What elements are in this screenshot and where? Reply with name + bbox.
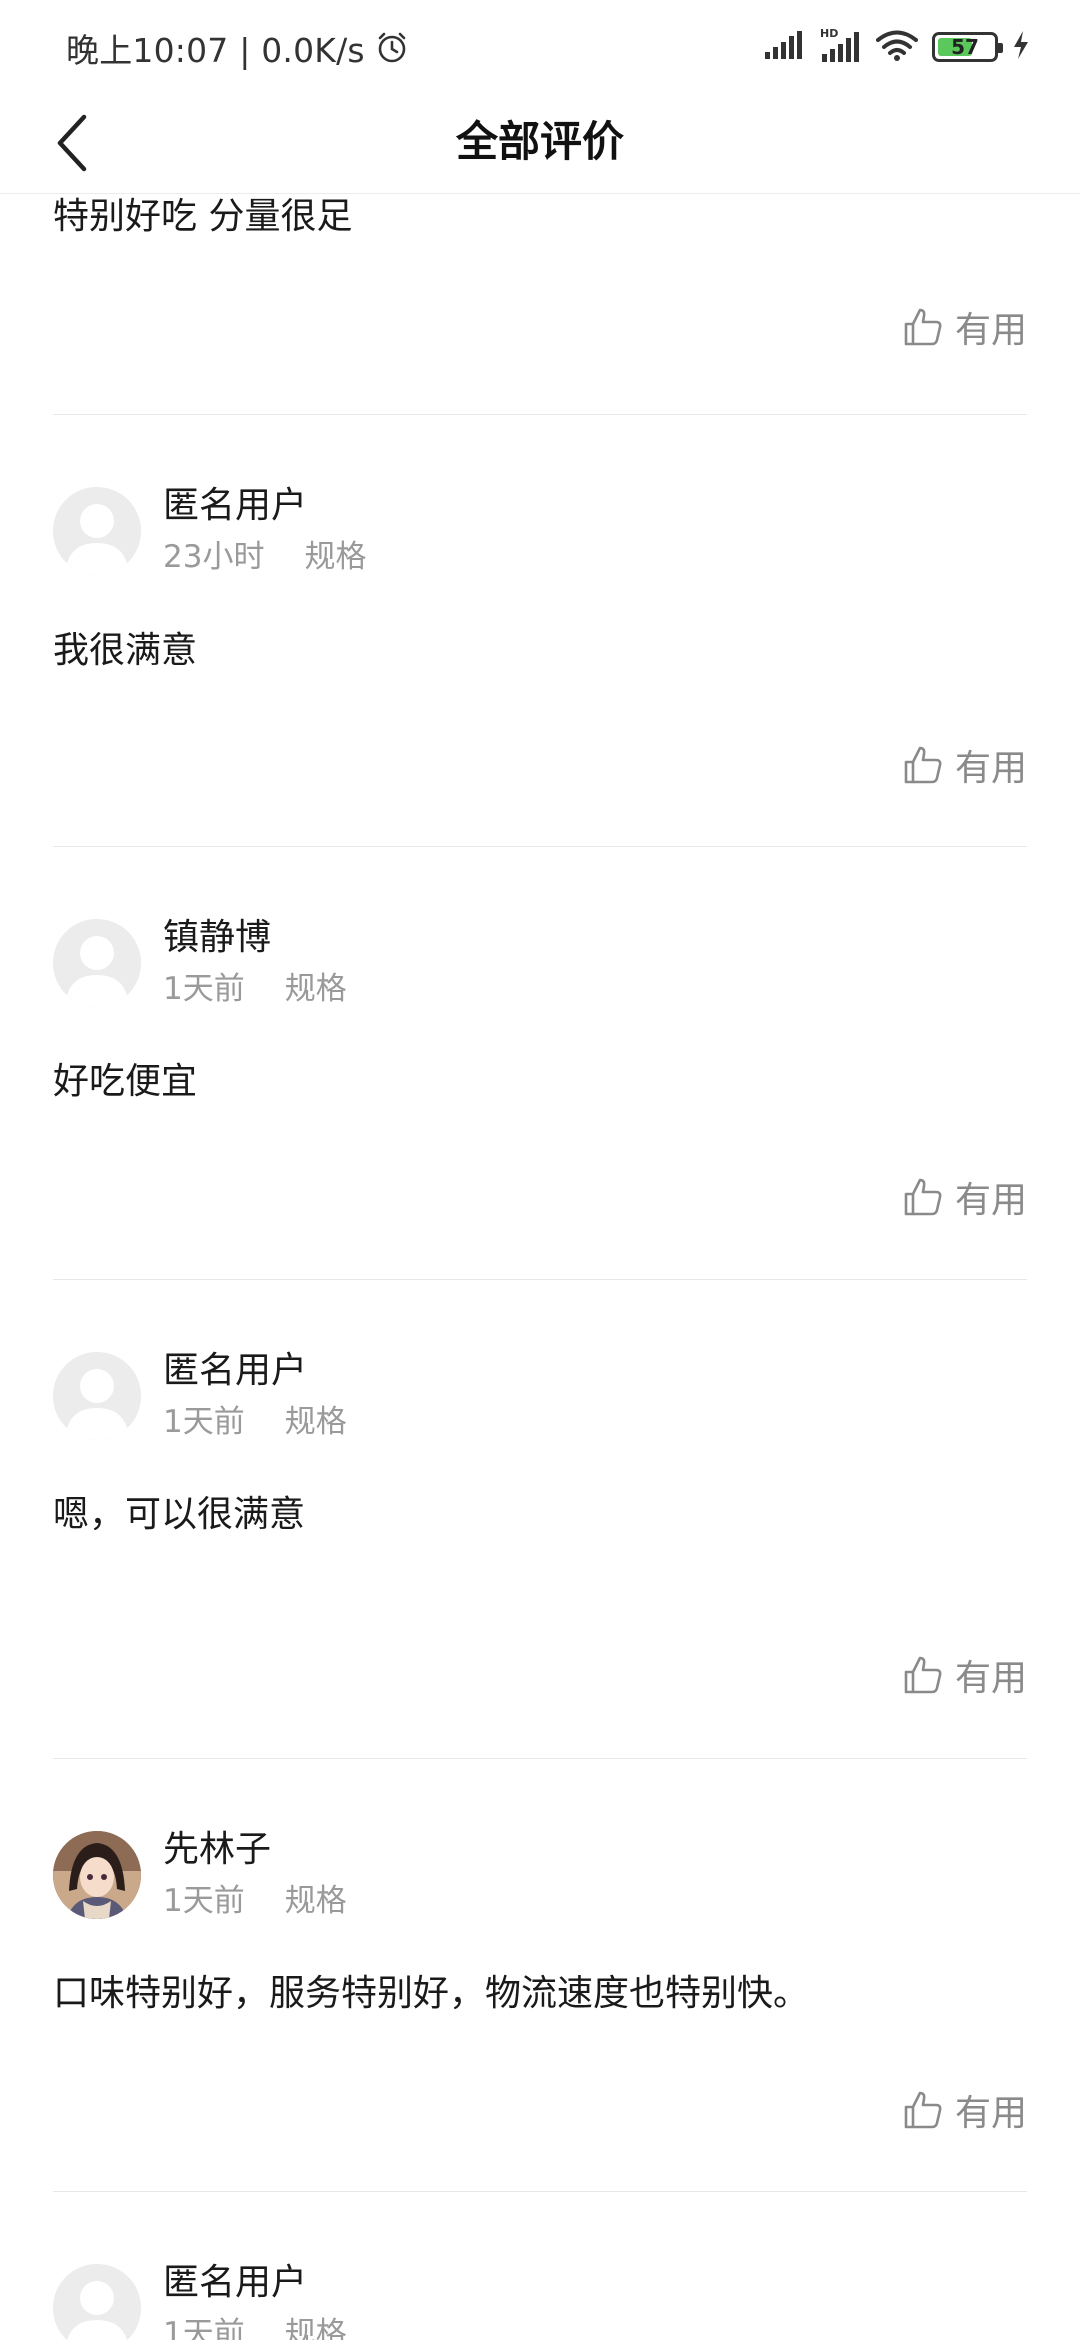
review-spec: 规格 xyxy=(284,1404,347,1440)
default-avatar-icon xyxy=(53,2264,141,2340)
helpful-label: 有用 xyxy=(954,310,1027,351)
helpful-label: 有用 xyxy=(954,748,1027,789)
reviews-list[interactable]: 特别好吃 分量很足 有用 匿名用户 23小时 规格 我很满意 有用 镇静博 1天… xyxy=(0,194,1080,2340)
review-item: 匿名用户 23小时 规格 我很满意 有用 xyxy=(53,415,1027,847)
helpful-button[interactable]: 有用 xyxy=(903,1650,1027,1700)
helpful-button[interactable]: 有用 xyxy=(903,1172,1027,1222)
review-time: 23小时 xyxy=(163,539,265,575)
page-title: 全部评价 xyxy=(455,117,624,166)
thumbs-up-icon xyxy=(904,308,942,346)
helpful-label: 有用 xyxy=(954,2093,1027,2134)
review-time: 1天前 xyxy=(163,2316,245,2340)
review-text: 嗯，可以很满意 xyxy=(53,1494,306,1535)
review-spec: 规格 xyxy=(284,2316,347,2340)
status-left: 晚上10:07 | 0.0K/s xyxy=(66,24,409,72)
helpful-button[interactable]: 有用 xyxy=(903,2085,1027,2135)
review-time: 1天前 xyxy=(163,971,245,1007)
helpful-button[interactable]: 有用 xyxy=(903,302,1027,352)
default-avatar-icon xyxy=(53,1352,141,1440)
avatar xyxy=(53,1352,141,1440)
review-time: 1天前 xyxy=(163,1404,245,1440)
avatar xyxy=(53,919,141,1007)
thumbs-up-icon xyxy=(904,1656,942,1694)
review-meta: 1天前 规格 xyxy=(163,1881,347,1921)
review-meta: 23小时 规格 xyxy=(163,537,366,577)
user-name: 先林子 xyxy=(163,1829,272,1870)
charging-icon xyxy=(1012,30,1030,64)
helpful-label: 有用 xyxy=(954,1180,1027,1221)
review-meta: 1天前 规格 xyxy=(163,1402,347,1442)
status-bar: 晚上10:07 | 0.0K/s HD 57 xyxy=(0,0,1080,92)
helpful-button[interactable]: 有用 xyxy=(903,740,1027,790)
hd-signal-icon: HD xyxy=(818,27,862,67)
review-meta: 1天前 规格 xyxy=(163,2314,347,2340)
review-item: 镇静博 1天前 规格 好吃便宜 有用 xyxy=(53,847,1027,1280)
review-item: 匿名用户 1天前 规格 xyxy=(53,2192,1027,2340)
alarm-icon xyxy=(375,31,409,65)
status-right: HD 57 xyxy=(764,22,1030,72)
review-spec: 规格 xyxy=(304,539,367,575)
user-name: 匿名用户 xyxy=(163,485,308,526)
review-text: 好吃便宜 xyxy=(53,1061,198,1102)
user-name: 镇静博 xyxy=(163,917,272,958)
status-time-speed: 晚上10:07 | 0.0K/s xyxy=(66,31,365,70)
review-item: 匿名用户 1天前 规格 嗯，可以很满意 有用 xyxy=(53,1280,1027,1759)
thumbs-up-icon xyxy=(904,2091,942,2129)
user-name: 匿名用户 xyxy=(163,2262,308,2303)
wifi-icon xyxy=(876,29,918,65)
helpful-label: 有用 xyxy=(954,1658,1027,1699)
thumbs-up-icon xyxy=(904,1178,942,1216)
signal-icon xyxy=(764,30,804,64)
review-item: 特别好吃 分量很足 有用 xyxy=(53,194,1027,415)
review-time: 1天前 xyxy=(163,1883,245,1919)
thumbs-up-icon xyxy=(904,746,942,784)
avatar xyxy=(53,2264,141,2340)
default-avatar-icon xyxy=(53,919,141,1007)
svg-text:HD: HD xyxy=(820,27,838,40)
review-text: 特别好吃 分量很足 xyxy=(53,196,353,237)
battery-icon: 57 xyxy=(932,32,1003,62)
review-spec: 规格 xyxy=(284,1883,347,1919)
review-text: 我很满意 xyxy=(53,630,198,671)
default-avatar-icon xyxy=(53,487,141,575)
review-meta: 1天前 规格 xyxy=(163,969,347,1009)
battery-tip xyxy=(998,43,1003,53)
review-item: 先林子 1天前 规格 口味特别好，服务特别好，物流速度也特别快。 有用 xyxy=(53,1759,1027,2192)
review-text: 口味特别好，服务特别好，物流速度也特别快。 xyxy=(53,1973,810,2014)
user-name: 匿名用户 xyxy=(163,1350,308,1391)
review-spec: 规格 xyxy=(284,971,347,1007)
avatar xyxy=(53,1831,141,1919)
battery-level: 57 xyxy=(951,35,979,59)
header: 全部评价 xyxy=(0,92,1080,194)
user-photo-avatar xyxy=(53,1831,141,1919)
avatar xyxy=(53,487,141,575)
